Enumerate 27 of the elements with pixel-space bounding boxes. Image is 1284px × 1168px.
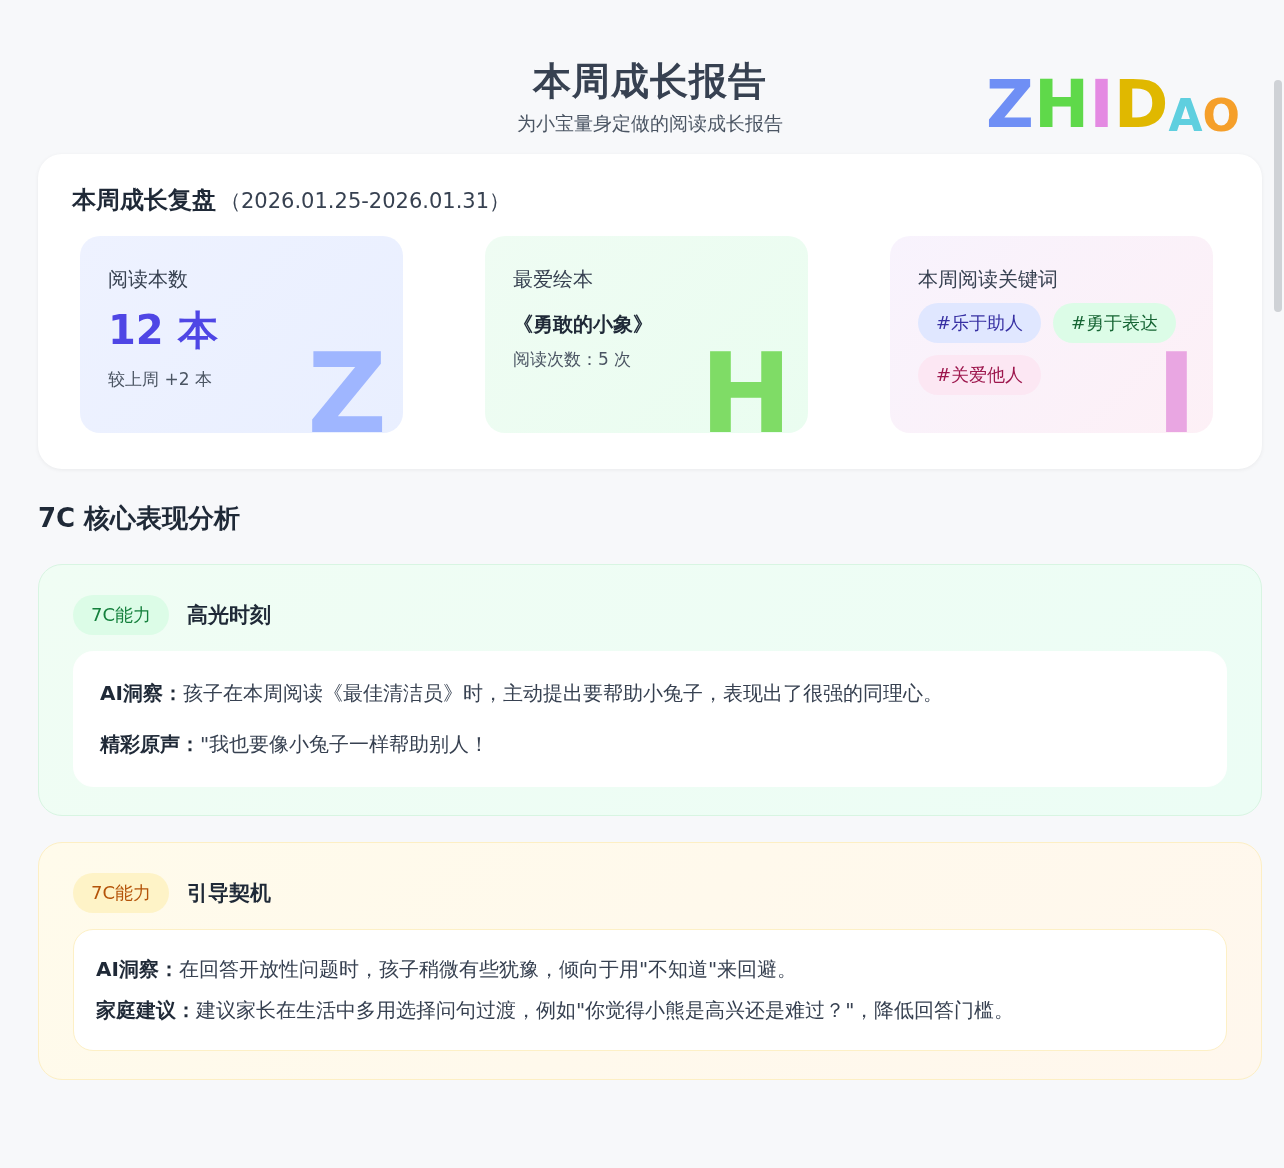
stat-label: 最爱绘本	[513, 266, 594, 293]
report-title: 本周成长报告	[533, 58, 767, 105]
keyword-tag: #乐于助人	[918, 303, 1042, 343]
section-title: 本周成长复盘	[72, 185, 216, 216]
stat-label: 本周阅读关键词	[918, 266, 1059, 293]
ability-tag: 7C能力	[73, 873, 170, 913]
mascot-letter: H	[699, 339, 792, 433]
stat-value: 12 本	[108, 306, 219, 355]
ability-tag: 7C能力	[73, 595, 170, 635]
card-title: 引导契机	[187, 880, 272, 907]
scrollbar[interactable]	[1274, 80, 1282, 312]
stat-note: 较上周 +2 本	[108, 368, 213, 391]
stat-label: 阅读本数	[108, 266, 189, 293]
stat-note: 阅读次数：5 次	[513, 348, 633, 371]
insight-text: AI洞察：孩子在本周阅读《最佳清洁员》时，主动提出要帮助小兔子，表现出了很强的同理心。	[100, 680, 944, 707]
report-subtitle: 为小宝量身定做的阅读成长报告	[517, 111, 783, 136]
date-range: （2026.01.25-2026.01.31）	[220, 188, 511, 215]
book-title: 《勇敢的小象》	[513, 311, 654, 338]
card-title: 高光时刻	[187, 602, 272, 629]
insight-text: AI洞察：在回答开放性问题时，孩子稍微有些犹豫，倾向于用"不知道"来回避。	[96, 956, 799, 983]
keyword-tag: #关爱他人	[918, 355, 1042, 395]
insight-text: 家庭建议：建议家长在生活中多用选择问句过渡，例如"你觉得小熊是高兴还是难过？"，降低回答门槛。	[96, 997, 1016, 1024]
keyword-tag: #勇于表达	[1053, 303, 1177, 343]
mascot-letter: Z	[307, 339, 387, 433]
section-title: 7C 核心表现分析	[38, 502, 242, 535]
logo: ZHIDAO	[986, 72, 1240, 138]
insight-text: 精彩原声："我也要像小兔子一样帮助别人！	[100, 731, 491, 758]
